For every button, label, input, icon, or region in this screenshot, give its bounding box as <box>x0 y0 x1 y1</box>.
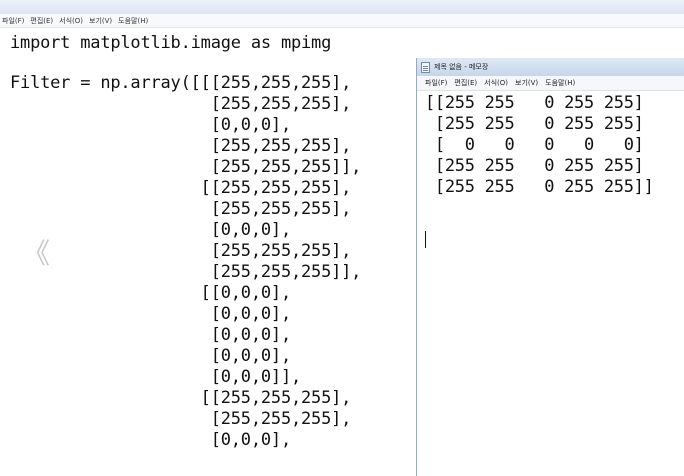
code-line: Filter = np.array([[[255,255,255], <box>10 73 352 93</box>
code-line: [[255,255,255], <box>10 388 352 408</box>
bg-menu-edit[interactable]: 편집(E) <box>30 16 53 26</box>
code-line: [0,0,0]], <box>10 367 302 387</box>
notepad-text-area[interactable]: [[255 255 0 255 255] [255 255 0 255 255]… <box>417 91 684 476</box>
code-line: [0,0,0], <box>10 304 291 324</box>
text-line: [[255 255 0 255 255] <box>425 93 644 113</box>
code-line: [255,255,255]], <box>10 157 362 177</box>
code-line: [0,0,0], <box>10 346 291 366</box>
text-caret <box>425 231 426 248</box>
code-line: [[255,255,255], <box>10 178 352 198</box>
bg-menu-view[interactable]: 보기(V) <box>89 16 112 26</box>
text-line: [255 255 0 255 255] <box>425 114 644 134</box>
notepad-icon <box>421 61 430 73</box>
menu-view[interactable]: 보기(V) <box>515 78 538 88</box>
menu-file[interactable]: 파일(F) <box>425 78 447 88</box>
code-line: [255,255,255], <box>10 199 352 219</box>
code-line: [255,255,255], <box>10 409 352 429</box>
code-line: [255,255,255], <box>10 241 352 261</box>
window-title: 제목 없음 - 메모장 <box>434 63 489 71</box>
code-line: [0,0,0], <box>10 115 291 135</box>
bg-menu-file[interactable]: 파일(F) <box>2 16 24 26</box>
notepad-titlebar[interactable]: 제목 없음 - 메모장 <box>417 58 684 76</box>
code-line: [0,0,0], <box>10 220 291 240</box>
menu-help[interactable]: 도움말(H) <box>545 78 575 88</box>
code-line: [0,0,0], <box>10 325 291 345</box>
text-line: [255 255 0 255 255]] <box>425 177 654 197</box>
menu-format[interactable]: 서식(O) <box>484 78 508 88</box>
text-line: [255 255 0 255 255] <box>425 156 644 176</box>
text-line: [ 0 0 0 0 0] <box>425 135 644 155</box>
notepad-menubar: 파일(F) 편집(E) 서식(O) 보기(V) 도움말(H) <box>417 76 684 91</box>
background-menubar: 파일(F) 편집(E) 서식(O) 보기(V) 도움말(H) <box>0 14 684 28</box>
code-line: import matplotlib.image as mpimg <box>10 33 332 53</box>
code-line: [255,255,255]], <box>10 262 362 282</box>
bg-menu-help[interactable]: 도움말(H) <box>118 16 148 26</box>
chevron-left-icon[interactable]: 《 <box>22 232 50 272</box>
menu-edit[interactable]: 편집(E) <box>454 78 477 88</box>
bg-menu-format[interactable]: 서식(O) <box>59 16 83 26</box>
code-line: [0,0,0], <box>10 430 291 450</box>
code-line: [[0,0,0], <box>10 283 292 303</box>
notepad-window[interactable]: 제목 없음 - 메모장 파일(F) 편집(E) 서식(O) 보기(V) 도움말(… <box>416 58 684 476</box>
code-line: [255,255,255], <box>10 94 352 114</box>
background-window-titlebar <box>0 0 684 14</box>
code-line: [255,255,255], <box>10 136 352 156</box>
